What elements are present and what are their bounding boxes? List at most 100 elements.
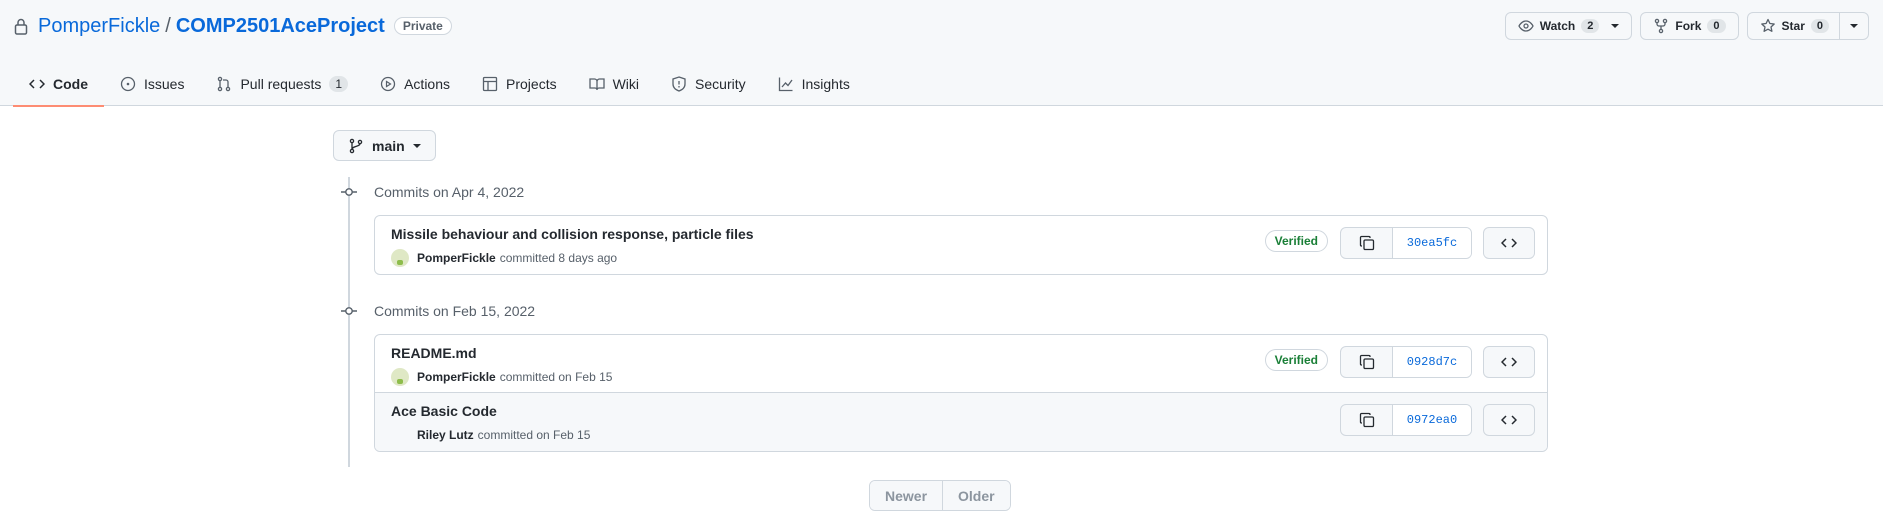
git-commit-icon <box>341 188 357 196</box>
copy-sha-button[interactable] <box>1341 405 1393 435</box>
star-list-dropdown[interactable] <box>1839 13 1868 39</box>
play-icon <box>380 76 396 92</box>
commit-row: Ace Basic Code Riley Lutz committed on F… <box>375 393 1547 451</box>
commit-timeline: Commits on Apr 4, 2022 Missile behaviour… <box>333 177 1548 467</box>
commit-sha-link[interactable]: 0928d7c <box>1393 347 1471 377</box>
browse-files-button[interactable] <box>1483 404 1535 436</box>
commit-group-date: Commits on Apr 4, 2022 <box>374 184 525 200</box>
avatar[interactable] <box>391 368 409 386</box>
tab-label: Pull requests <box>240 76 322 92</box>
commit-list: Missile behaviour and collision response… <box>374 215 1548 275</box>
commit-sha-group: 0928d7c <box>1340 346 1472 378</box>
commit-meta: PomperFickle committed on Feb 15 <box>391 368 612 386</box>
fork-count: 0 <box>1707 19 1726 33</box>
commit-sha-link[interactable]: 0972ea0 <box>1393 405 1471 435</box>
fork-button-group: Fork 0 <box>1640 12 1739 40</box>
repo-header: PomperFickle / COMP2501AceProject Privat… <box>0 0 1883 107</box>
older-button[interactable]: Older <box>942 481 1010 510</box>
commit-group-heading: Commits on Apr 4, 2022 <box>333 177 1548 207</box>
watch-dropdown-caret-icon <box>1611 24 1620 28</box>
commit-meta: PomperFickle committed 8 days ago <box>391 249 617 267</box>
tab-insights[interactable]: Insights <box>762 62 866 106</box>
tab-pull-requests[interactable]: Pull requests 1 <box>200 62 364 106</box>
avatar <box>391 426 409 444</box>
copy-icon <box>1359 235 1374 251</box>
star-button[interactable]: Star 0 <box>1748 13 1839 39</box>
tab-label: Projects <box>506 76 557 92</box>
star-button-group: Star 0 <box>1746 12 1869 40</box>
shield-icon <box>672 76 686 92</box>
commit-row: README.md PomperFickle committed on Feb … <box>375 335 1547 393</box>
star-label: Star <box>1781 19 1805 33</box>
commit-list: README.md PomperFickle committed on Feb … <box>374 334 1548 452</box>
browse-files-button[interactable] <box>1483 346 1535 378</box>
pull-requests-count: 1 <box>329 76 349 92</box>
table-icon <box>482 76 498 92</box>
tab-projects[interactable]: Projects <box>466 62 573 106</box>
tab-label: Actions <box>404 76 451 92</box>
tab-label: Issues <box>144 76 185 92</box>
repo-actions: Watch 2 Fork 0 Star 0 <box>1504 12 1869 40</box>
pull-request-icon <box>218 76 231 92</box>
visibility-badge: Private <box>393 17 452 35</box>
commit-group-heading: Commits on Feb 15, 2022 <box>333 296 1548 326</box>
branch-select-button[interactable]: main <box>333 130 436 161</box>
copy-sha-button[interactable] <box>1341 228 1393 258</box>
commit-message-link[interactable]: Missile behaviour and collision response… <box>391 226 754 242</box>
tab-wiki[interactable]: Wiki <box>573 62 655 106</box>
commit-time: committed 8 days ago <box>499 251 618 265</box>
repo-title: PomperFickle / COMP2501AceProject Privat… <box>14 12 452 40</box>
verified-badge[interactable]: Verified <box>1264 230 1328 252</box>
browse-files-button[interactable] <box>1483 227 1535 259</box>
tab-security[interactable]: Security <box>655 62 762 106</box>
code-icon <box>29 79 45 89</box>
commit-author-link[interactable]: PomperFickle <box>417 370 496 384</box>
watch-count: 2 <box>1581 19 1600 33</box>
commit-sha-group: 30ea5fc <box>1340 227 1472 259</box>
tab-label: Code <box>53 76 88 92</box>
star-icon <box>1760 18 1775 32</box>
commit-meta: Riley Lutz committed on Feb 15 <box>391 426 590 444</box>
copy-icon <box>1359 412 1374 428</box>
commit-author-link[interactable]: Riley Lutz <box>417 428 474 442</box>
tab-issues[interactable]: Issues <box>104 62 200 106</box>
book-icon <box>588 78 605 91</box>
fork-label: Fork <box>1675 19 1702 33</box>
commit-row: Missile behaviour and collision response… <box>375 216 1547 274</box>
issue-icon <box>120 76 136 92</box>
fork-icon <box>1655 18 1668 34</box>
commit-message-link[interactable]: README.md <box>391 345 477 361</box>
lock-icon <box>14 18 28 35</box>
code-icon <box>1501 238 1517 248</box>
chevron-down-icon <box>412 143 421 148</box>
git-branch-icon <box>349 138 363 153</box>
eye-icon <box>1517 20 1534 32</box>
pagination: Newer Older <box>869 480 1011 511</box>
repo-owner-link[interactable]: PomperFickle <box>38 15 160 38</box>
commits-main: main Commits on Apr 4, 2022 Missile beha… <box>333 130 1548 467</box>
newer-button[interactable]: Newer <box>870 481 943 510</box>
code-icon <box>1501 415 1517 425</box>
branch-name: main <box>372 137 405 154</box>
tab-label: Security <box>695 76 746 92</box>
copy-icon <box>1359 354 1374 370</box>
tab-code[interactable]: Code <box>13 62 104 107</box>
commit-sha-link[interactable]: 30ea5fc <box>1393 228 1471 258</box>
commit-time: committed on Feb 15 <box>499 370 613 384</box>
tab-actions[interactable]: Actions <box>364 62 466 106</box>
graph-icon <box>778 77 793 92</box>
commit-time: committed on Feb 15 <box>477 428 591 442</box>
copy-sha-button[interactable] <box>1341 347 1393 377</box>
repo-name-link[interactable]: COMP2501AceProject <box>176 15 385 38</box>
avatar[interactable] <box>391 249 409 267</box>
watch-label: Watch <box>1539 19 1576 33</box>
tab-label: Wiki <box>612 76 640 92</box>
fork-button[interactable]: Fork 0 <box>1641 13 1737 39</box>
commit-group-date: Commits on Feb 15, 2022 <box>374 303 536 319</box>
tab-label: Insights <box>801 76 850 92</box>
commit-message-link[interactable]: Ace Basic Code <box>391 403 497 419</box>
commit-author-link[interactable]: PomperFickle <box>417 251 496 265</box>
watch-button[interactable]: Watch 2 <box>1506 13 1632 39</box>
chevron-down-icon <box>1850 24 1858 28</box>
verified-badge[interactable]: Verified <box>1264 349 1328 371</box>
